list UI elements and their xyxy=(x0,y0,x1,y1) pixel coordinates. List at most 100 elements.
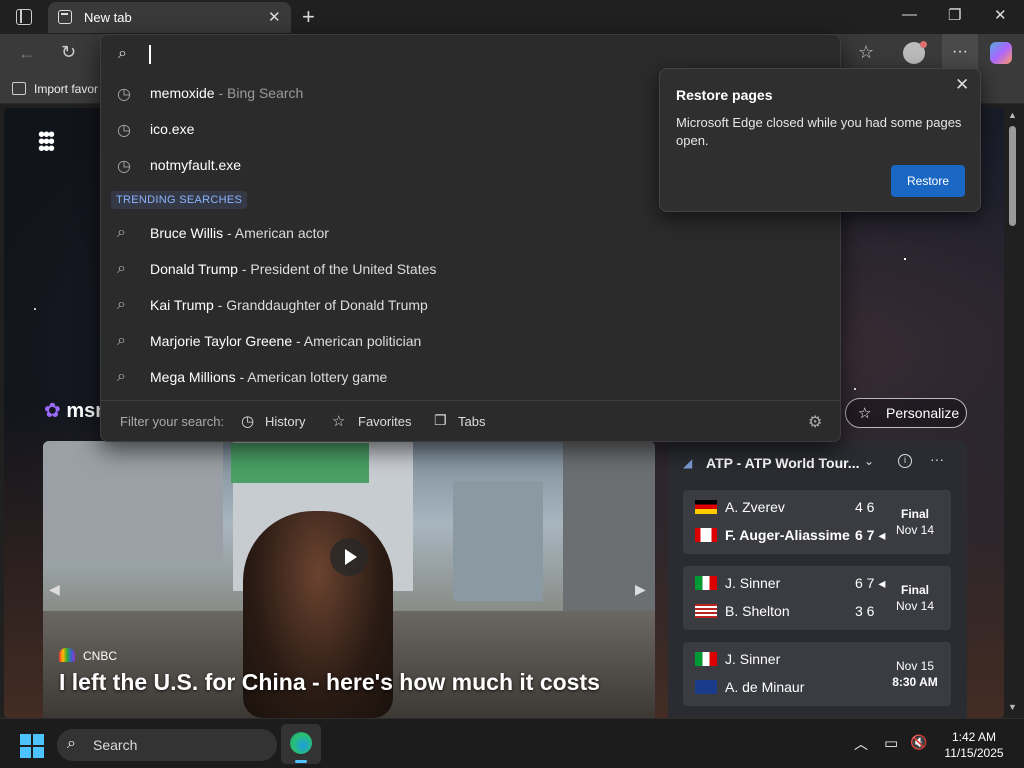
scroll-up-icon[interactable]: ▲ xyxy=(1008,110,1017,120)
new-tab-icon xyxy=(58,10,72,24)
search-icon: ⌕ xyxy=(118,45,127,62)
display-icon[interactable]: ▭ xyxy=(884,734,898,752)
filter-history-button[interactable]: History xyxy=(265,414,305,429)
info-icon[interactable]: i xyxy=(898,454,912,468)
player-score: 6 7 ◂ xyxy=(855,527,886,543)
play-video-button[interactable] xyxy=(330,538,368,576)
suggestion-text: Marjorie Taylor Greene xyxy=(150,333,293,349)
minimize-icon[interactable]: — xyxy=(902,6,917,23)
trending-label: TRENDING SEARCHES xyxy=(111,191,248,209)
italy-flag-icon xyxy=(695,652,717,666)
copilot-icon[interactable] xyxy=(990,42,1012,64)
favorites-icon[interactable]: ☆ xyxy=(858,42,874,63)
personalize-button[interactable]: ☆ Personalize xyxy=(845,398,967,428)
scroll-down-icon[interactable]: ▼ xyxy=(1008,702,1017,712)
filter-tabs-button[interactable]: Tabs xyxy=(458,414,485,429)
tab-new-tab[interactable]: New tab ✕ xyxy=(48,2,291,33)
suggestion-trending[interactable]: ⌕ Kai Trump - Granddaughter of Donald Tr… xyxy=(101,287,840,323)
edge-taskbar-button[interactable] xyxy=(281,724,321,764)
germany-flag-icon xyxy=(695,500,717,514)
player-name: F. Auger-Aliassime xyxy=(725,527,850,543)
suggestion-text: Mega Millions xyxy=(150,369,236,385)
apps-grid-icon[interactable]: ••• ••• ••• xyxy=(38,125,55,159)
carousel-next-icon[interactable]: ▶ xyxy=(635,581,646,598)
filter-favorites-button[interactable]: Favorites xyxy=(358,414,411,429)
chevron-up-icon[interactable]: ︿ xyxy=(854,734,868,754)
australia-flag-icon xyxy=(695,680,717,694)
filter-label: Filter your search: xyxy=(120,414,225,429)
scroll-thumb[interactable] xyxy=(1009,126,1016,226)
player-score: 3 6 xyxy=(855,603,875,619)
player-score: 6 7 ◂ xyxy=(855,575,886,591)
settings-gear-icon[interactable]: ⚙ xyxy=(808,412,822,432)
sports-title[interactable]: ATP - ATP World Tour... xyxy=(706,455,859,471)
italy-flag-icon xyxy=(695,576,717,590)
tab-title: New tab xyxy=(84,10,132,25)
windows-start-icon[interactable] xyxy=(20,734,44,758)
profile-avatar[interactable] xyxy=(903,41,927,64)
close-window-icon[interactable]: ✕ xyxy=(994,6,1007,24)
suggestion-trending[interactable]: ⌕ Mega Millions - American lottery game xyxy=(101,359,840,395)
clock-time: 1:42 AM xyxy=(951,730,997,744)
close-tab-icon[interactable]: ✕ xyxy=(268,8,281,26)
suggestion-sub: - American actor xyxy=(223,225,329,241)
suggestion-text: notmyfault.exe xyxy=(150,157,242,173)
history-icon: ◷ xyxy=(241,413,255,430)
msn-logo[interactable]: ✿ msn xyxy=(44,398,107,423)
page-scrollbar[interactable]: ▲ ▼ xyxy=(1005,108,1021,718)
player-score: 4 6 xyxy=(855,499,875,515)
restore-window-icon[interactable]: ❐ xyxy=(948,6,961,24)
history-icon: ◷ xyxy=(117,86,131,103)
building-image xyxy=(453,481,543,601)
search-icon: ⌕ xyxy=(117,368,126,385)
match-status: Final xyxy=(900,583,929,597)
tennis-icon: ◢ xyxy=(683,456,693,470)
hero-headline[interactable]: I left the U.S. for China - here's how m… xyxy=(59,669,600,696)
suggestion-trending[interactable]: ⌕ Donald Trump - President of the United… xyxy=(101,251,840,287)
import-favorites-link[interactable]: Import favor xyxy=(34,82,98,96)
match-date: Nov 15 xyxy=(895,659,935,673)
suggestion-sub: - Granddaughter of Donald Trump xyxy=(213,297,428,313)
carousel-prev-icon[interactable]: ◀ xyxy=(49,581,60,598)
building-image xyxy=(43,441,223,561)
suggestion-text: Donald Trump xyxy=(150,261,238,277)
tab-actions-icon[interactable] xyxy=(16,9,32,25)
filter-row: Filter your search: ◷ History ☆ Favorite… xyxy=(101,400,840,442)
chevron-down-icon[interactable]: ⌄ xyxy=(864,454,874,468)
taskbar-search-label: Search xyxy=(93,737,138,753)
new-tab-button[interactable]: + xyxy=(302,4,315,30)
suggestion-sub: - Bing Search xyxy=(214,85,304,101)
match-card[interactable]: J. Sinner 6 7 ◂ B. Shelton 3 6 Final Nov 14 xyxy=(683,566,951,630)
hero-source: CNBC xyxy=(83,649,118,663)
personalize-icon: ☆ xyxy=(858,405,872,422)
canada-flag-icon xyxy=(695,528,717,542)
match-card[interactable]: J. Sinner A. de Minaur Nov 15 8:30 AM xyxy=(683,642,951,706)
suggestion-sub: - President of the United States xyxy=(237,261,437,277)
star xyxy=(34,308,36,310)
suggestion-trending[interactable]: ⌕ Bruce Willis - American actor xyxy=(101,215,840,251)
refresh-icon[interactable]: ↻ xyxy=(61,42,76,63)
suggestion-text: Bruce Willis xyxy=(150,225,224,241)
suggestion-text: ico.exe xyxy=(150,121,195,137)
restore-message: Microsoft Edge closed while you had some… xyxy=(676,115,962,148)
title-bar: New tab ✕ + — ❐ ✕ xyxy=(0,0,1024,34)
hero-card[interactable]: ◀ ▶ CNBC I left the U.S. for China - her… xyxy=(43,441,655,718)
msn-butterfly-icon: ✿ xyxy=(44,400,61,422)
suggestion-trending[interactable]: ⌕ Marjorie Taylor Greene - American poli… xyxy=(101,323,840,359)
clock[interactable]: 1:42 AM 11/15/2025 xyxy=(934,729,1014,761)
close-icon[interactable]: ✕ xyxy=(955,75,969,95)
more-options-icon[interactable]: ··· xyxy=(930,451,944,467)
volume-muted-icon[interactable]: 🔇 xyxy=(910,734,927,751)
search-icon: ⌕ xyxy=(67,735,76,752)
restore-button[interactable]: Restore xyxy=(891,165,965,197)
import-icon xyxy=(12,82,26,95)
match-time: 8:30 AM xyxy=(892,675,938,689)
taskbar-search[interactable]: ⌕ Search xyxy=(57,729,277,761)
sports-card[interactable]: ◢ ATP - ATP World Tour... ⌄ i ··· A. Zve… xyxy=(668,441,967,718)
match-card[interactable]: A. Zverev 4 6 F. Auger-Aliassime 6 7 ◂ Fin… xyxy=(683,490,951,554)
back-icon[interactable]: ← xyxy=(18,43,36,64)
player-name: J. Sinner xyxy=(725,575,781,591)
history-icon: ◷ xyxy=(117,158,131,175)
player-name: A. Zverev xyxy=(725,499,785,515)
player-name: J. Sinner xyxy=(725,651,781,667)
